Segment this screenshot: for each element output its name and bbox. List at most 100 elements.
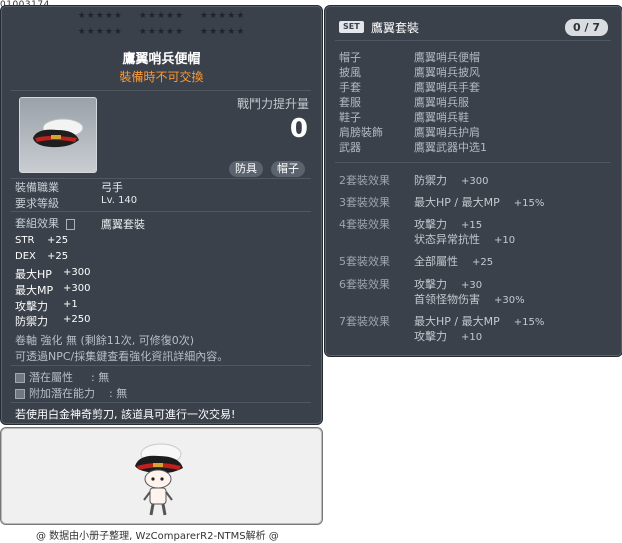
effect-amount: +30 [461,280,483,291]
potential-label: 潛在屬性 [29,371,73,384]
set-effect-row: 套組效果 [15,215,75,231]
divider [11,211,311,212]
set-tooltip-panel: SET 鷹翼套裝 0 / 7 帽子 鷹翼哨兵便帽 披風 鷹翼哨兵披风 手套 鷹翼… [324,5,622,357]
set-name: 鷹翼套裝 [371,21,420,35]
set-slot: 套服 [339,96,361,109]
effect-amount: +15% [513,198,545,209]
scroll-info: 卷軸 強化 無 (剩餘11次, 可修復0次) [15,334,195,347]
set-effect-line: 最大HP / 最大MP +15% [414,194,544,210]
effect-amount: +15% [513,317,545,328]
job-value: 弓手 [101,181,123,194]
effect-stat: 防禦力 [414,174,447,187]
divider [11,365,311,366]
set-badge: SET [339,21,364,33]
set-effect-line: 状态异常抗性 +10 [414,231,515,247]
effect-stat: 最大HP / 最大MP [414,196,500,209]
divider [335,162,611,163]
level-row: 要求等級 [15,195,59,211]
stat-value: +300 [63,267,91,278]
set-effect-line: 最大HP / 最大MP +15% [414,313,544,329]
set-slot: 帽子 [339,51,361,64]
set-effect-label: 6套裝效果 [339,278,390,291]
stat-name: DEX [15,251,36,262]
stat-name: 最大HP [15,268,52,281]
star-group: ★★★★★ [200,27,246,37]
stat-name: STR [15,235,35,246]
effect-stat: 攻擊力 [414,218,447,231]
tag-hat: 帽子 [271,161,305,177]
set-effect-label: 4套裝效果 [339,218,390,231]
stat-value: +25 [47,251,69,262]
divider [11,402,311,403]
stat-value: +1 [63,299,78,310]
set-piece: 鷹翼哨兵手套 [414,81,480,94]
potential-icon [15,373,25,383]
set-effect-line: 防禦力 +300 [414,172,488,188]
stat-value: +250 [63,314,91,325]
character-preview-panel [0,427,323,525]
divider [11,90,311,91]
set-piece: 鷹翼哨兵鞋 [414,111,469,124]
set-effect-label: 3套裝效果 [339,196,390,209]
power-value: 0 [289,114,308,144]
trade-note: 裝備時不可交換 [119,70,204,84]
set-slot: 肩膀裝飾 [339,126,383,139]
set-piece: 鷹翼哨兵服 [414,96,469,109]
star-group: ★★★★★ [138,11,185,21]
effect-amount: +10 [494,235,516,246]
character-avatar-icon [135,443,183,516]
add-potential-value-row: : 無 [109,387,128,400]
tag-armor: 防具 [229,161,263,177]
effect-amount: +25 [472,257,494,268]
copy-icon[interactable] [65,218,75,230]
hat-icon [33,118,84,148]
potential-row: 潛在屬性 [15,369,73,385]
set-effect-line: 攻擊力 +30 [414,276,482,292]
power-label: 戰鬥力提升量 [236,97,309,111]
potential-value-row: : 無 [91,371,110,384]
stat-name: 攻擊力 [15,300,48,313]
level-label: 要求等級 [15,197,59,210]
add-potential-label: 附加潛在能力 [29,387,95,400]
star-group: ★★★★★ [200,11,246,21]
star-group: ★★★★★ [77,27,123,37]
add-potential-value: 無 [116,387,128,400]
stat-value: +300 [63,283,91,294]
stat-value: +25 [47,235,69,246]
effect-amount: +30% [494,295,525,306]
set-slot: 鞋子 [339,111,361,124]
star-group: ★★★★★ [138,27,185,37]
star-force-row-1: ★★★★★ ★★★★★ ★★★★★ [1,11,322,21]
potential-value: 無 [98,371,110,384]
set-effect-label: 2套裝效果 [339,174,390,187]
set-effect-line: 全部屬性 +25 [414,253,493,269]
set-effect-line: 攻擊力 +10 [414,328,482,344]
set-effect-line: 攻擊力 +15 [414,216,482,232]
item-tooltip-panel: ★★★★★ ★★★★★ ★★★★★ ★★★★★ ★★★★★ ★★★★★ 鷹翼哨兵… [0,5,323,425]
star-group: ★★★★★ [77,11,123,21]
effect-stat: 全部屬性 [414,255,458,268]
effect-stat: 首领怪物伤害 [414,293,480,306]
set-slot: 手套 [339,81,361,94]
effect-stat: 状态异常抗性 [414,233,480,246]
effect-stat: 攻擊力 [414,278,447,291]
effect-amount: +300 [461,176,489,187]
set-count-badge: 0 / 7 [565,19,608,36]
set-effect-value: 鷹翼套裝 [101,218,145,231]
stat-name: 最大MP [15,284,54,297]
set-piece: 鷹翼哨兵披风 [414,66,480,79]
item-name: 鷹翼哨兵便帽 [122,52,201,67]
effect-amount: +10 [461,332,483,343]
set-piece: 鷹翼哨兵便帽 [414,51,480,64]
star-force-row-2: ★★★★★ ★★★★★ ★★★★★ [1,27,322,37]
add-potential-row: 附加潛在能力 [15,385,95,401]
add-potential-icon [15,389,25,399]
footer-credit: @ 数据由小册子整理, WzComparerR2-NTMS解析 @ [36,531,279,542]
set-slot: 武器 [339,141,361,154]
set-piece: 鷹翼武器中选1 [414,141,487,154]
set-slot: 披風 [339,66,361,79]
set-effect-label: 5套裝效果 [339,255,390,268]
scissors-note: 若使用白金神奇剪刀, 該道具可進行一次交易! [15,408,236,421]
job-row: 裝備職業 [15,179,59,195]
stat-name: 防禦力 [15,315,48,328]
